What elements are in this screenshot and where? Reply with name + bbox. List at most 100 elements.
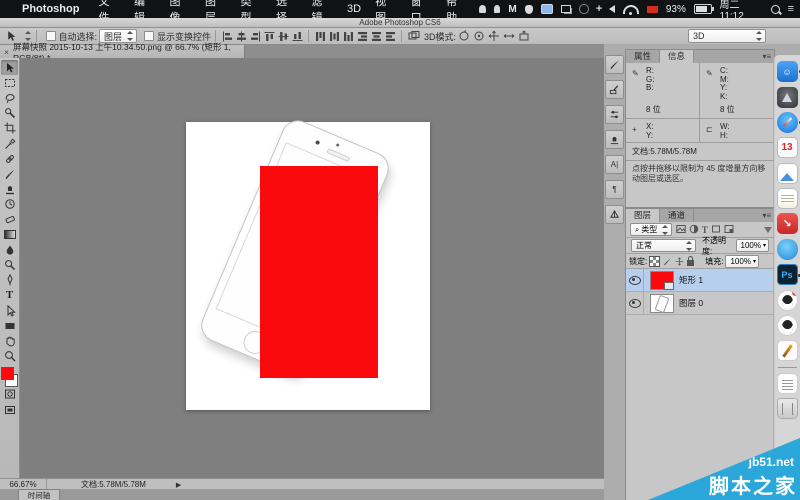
screen-mode-button[interactable] [1,402,18,417]
dock-notes-icon[interactable] [777,188,798,209]
filter-adjustment-layers-icon[interactable] [689,224,699,236]
3d-panel-icon[interactable] [605,205,624,224]
airplay-status-icon[interactable]: + [596,3,602,15]
layer-filtering-toggle-icon[interactable] [764,227,772,233]
layer-row-layer-0[interactable]: 图层 0 [626,292,774,315]
pen-tool[interactable] [1,273,18,288]
panel-menu-icon[interactable]: ▾≡ [762,209,771,222]
layer-filter-type-dropdown[interactable]: ⌕类型 [630,223,672,236]
foreground-color-swatch[interactable] [1,367,14,380]
path-selection-tool[interactable] [1,303,18,318]
tab-close-icon[interactable]: × [4,47,9,57]
3d-drag-icon[interactable] [488,30,500,42]
fill-field[interactable]: 100%▾ [725,255,758,268]
distribute-bottom-edges-icon[interactable] [343,31,354,42]
hand-tool[interactable] [1,333,18,348]
align-vertical-centers-icon[interactable] [278,31,289,42]
show-transform-checkbox[interactable] [144,31,154,41]
distribute-horizontal-centers-icon[interactable] [371,31,382,42]
tab-channels[interactable]: 通道 [660,209,694,222]
crop-tool[interactable] [1,121,18,136]
brush-tool[interactable] [1,166,18,181]
align-right-edges-icon[interactable] [250,31,261,42]
move-tool[interactable] [1,60,18,75]
menu-3d[interactable]: 3D [347,3,361,15]
blur-tool[interactable] [1,242,18,257]
wifi-icon[interactable] [623,5,639,14]
info-depth-right[interactable]: 8 位 [700,103,774,119]
input-source-flag-icon[interactable] [647,6,658,13]
dock-trash-icon[interactable] [777,398,798,419]
quick-selection-tool[interactable] [1,106,18,121]
layer-name[interactable]: 矩形 1 [679,274,703,286]
opacity-field[interactable]: 100%▾ [736,239,769,252]
filter-type-layers-icon[interactable]: T [702,225,708,235]
dock-qq-icon[interactable] [777,290,798,311]
canvas-area[interactable] [20,58,604,478]
tool-preset-dropdown[interactable] [24,31,32,41]
brush-presets-panel-icon[interactable] [605,80,624,99]
display-status-icon[interactable] [541,4,554,14]
dock-safari-icon[interactable] [777,112,798,133]
paragraph-panel-icon[interactable]: ¶ [605,180,624,199]
lasso-tool[interactable] [1,90,18,105]
lock-transparency-icon[interactable] [649,256,660,267]
dock-calendar-icon[interactable]: 13 [777,137,798,158]
dock-blue-drop-app-icon[interactable] [777,239,798,260]
dock-photoshop-icon[interactable]: Ps [777,264,798,285]
lock-all-icon[interactable] [687,260,694,266]
red-rectangle-shape[interactable] [260,166,378,378]
canvas-document[interactable] [186,122,430,410]
eyedropper-tool[interactable] [1,136,18,151]
distribute-top-edges-icon[interactable] [315,31,326,42]
layer-thumbnail-phone[interactable] [650,294,674,313]
notification-center-icon[interactable]: ≡ [788,3,794,15]
workspace-switcher-dropdown[interactable]: 3D [688,29,766,43]
align-horizontal-centers-icon[interactable] [236,31,247,42]
tab-info[interactable]: 信息 [660,50,694,63]
lock-position-icon[interactable] [675,257,684,266]
timeline-tab[interactable]: 时间轴 [18,489,60,500]
3d-slide-icon[interactable] [503,30,515,42]
quick-mask-mode-button[interactable] [1,387,18,402]
distribute-vertical-centers-icon[interactable] [329,31,340,42]
shield-status-icon[interactable] [525,5,533,14]
align-left-edges-icon[interactable] [222,31,233,42]
lock-paint-icon[interactable] [663,257,672,266]
3d-rotate-icon[interactable] [458,30,470,42]
distribute-left-edges-icon[interactable] [357,31,368,42]
layer-visibility-toggle[interactable] [626,269,644,291]
dock-finder-icon[interactable]: ☺ [777,61,798,82]
adjustments-panel-icon[interactable] [605,105,624,124]
layer-thumbnail-rectangle[interactable] [650,271,674,290]
dock-document-stack-icon[interactable] [777,373,798,394]
sync-status-icon[interactable] [579,4,589,14]
rectangle-shape-tool[interactable] [1,318,18,333]
auto-align-layers-icon[interactable] [408,30,420,42]
status-options-arrow[interactable]: ▶ [176,481,181,489]
clone-stamp-tool[interactable] [1,182,18,197]
m-app-status-icon[interactable]: M [508,4,516,15]
dodge-tool[interactable] [1,257,18,272]
dock-qq-icon-2[interactable] [777,315,798,336]
zoom-tool[interactable] [1,349,18,364]
tab-layers[interactable]: 图层 [626,209,660,222]
app-menu-photoshop[interactable]: Photoshop [22,3,79,15]
3d-scale-icon[interactable] [518,30,530,42]
distribute-right-edges-icon[interactable] [385,31,396,42]
window-title-bar[interactable]: Adobe Photoshop CS6 [0,18,800,28]
clone-source-panel-icon[interactable] [605,130,624,149]
align-top-edges-icon[interactable] [264,31,275,42]
layer-visibility-toggle[interactable] [626,292,644,314]
layer-name[interactable]: 图层 0 [679,297,703,309]
character-panel-icon[interactable]: A| [605,155,624,174]
spotlight-search-icon[interactable] [771,5,780,14]
panel-menu-icon[interactable]: ▾≡ [762,50,771,63]
auto-select-checkbox[interactable] [46,31,56,41]
brush-panel-icon[interactable] [605,55,624,74]
eraser-tool[interactable] [1,212,18,227]
notification-bell-icon-2[interactable] [494,5,501,13]
3d-roll-icon[interactable] [473,30,485,42]
volume-icon[interactable] [609,5,615,13]
type-tool[interactable]: T [1,288,18,303]
